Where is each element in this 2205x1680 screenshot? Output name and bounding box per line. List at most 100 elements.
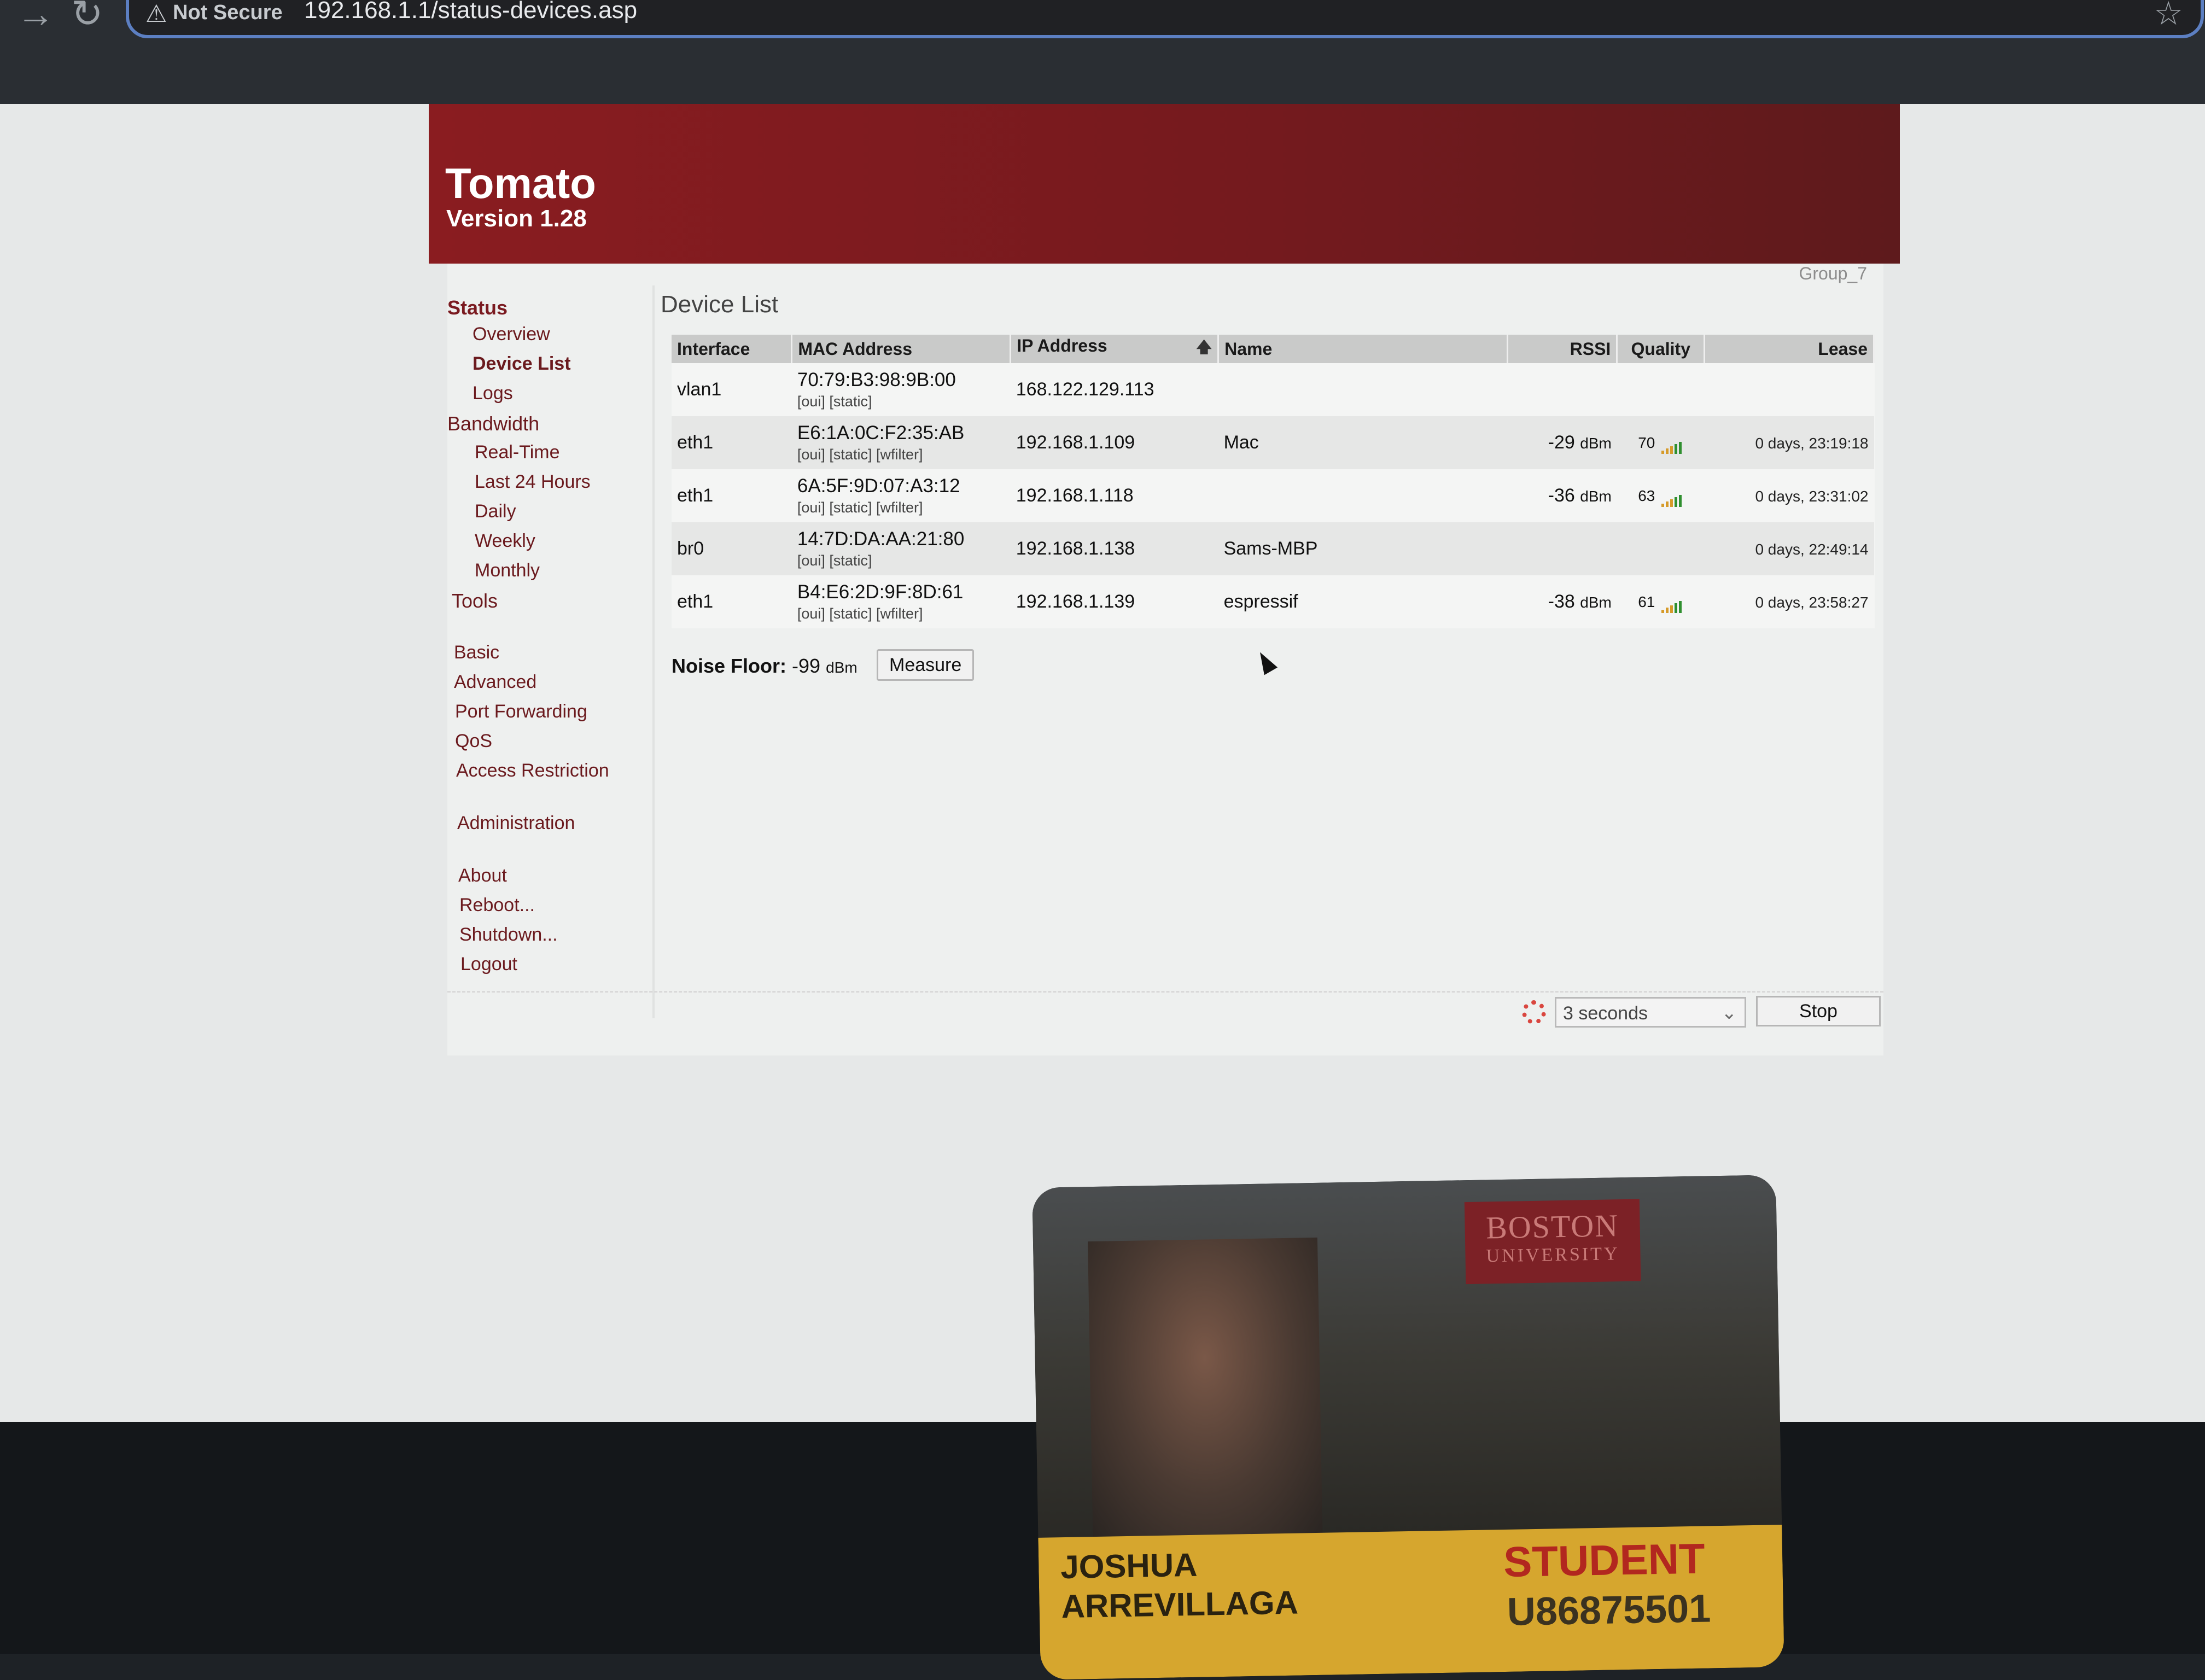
- cell-rssi: -36 dBm: [1508, 469, 1617, 522]
- cell-lease: [1705, 363, 1874, 416]
- quality-value: 63: [1638, 487, 1655, 505]
- mac-address-text[interactable]: E6:1A:0C:F2:35:AB: [797, 422, 1005, 444]
- sidebar-item-device-list[interactable]: Device List: [472, 353, 571, 375]
- table-header-row: Interface MAC Address IP Address 🡅 Name R…: [672, 335, 1875, 363]
- sidebar-item-logout[interactable]: Logout: [460, 954, 517, 975]
- sidebar-item-monthly[interactable]: Monthly: [475, 560, 540, 581]
- mac-address-text[interactable]: 14:7D:DA:AA:21:80: [797, 528, 1005, 550]
- sidebar-item-daily[interactable]: Daily: [475, 501, 516, 522]
- column-header-quality[interactable]: Quality: [1617, 335, 1706, 363]
- sidebar-item-last-24-hours[interactable]: Last 24 Hours: [475, 471, 591, 493]
- cell-mac: E6:1A:0C:F2:35:AB [oui] [static] [wfilter…: [791, 416, 1011, 469]
- cell-ip: 192.168.1.138: [1010, 522, 1218, 575]
- sidebar-item-shutdown[interactable]: Shutdown...: [459, 924, 558, 946]
- stop-button[interactable]: Stop: [1756, 996, 1881, 1026]
- mac-tags-text[interactable]: [oui] [static] [wfilter]: [797, 499, 1005, 516]
- column-header-mac[interactable]: MAC Address: [791, 335, 1012, 363]
- sort-ascending-icon[interactable]: 🡅: [1196, 336, 1212, 362]
- signal-bars-icon: [1661, 486, 1683, 507]
- cell-name: espressif: [1218, 575, 1508, 628]
- cell-lease: 0 days, 22:49:14: [1704, 522, 1874, 575]
- mac-address-text[interactable]: 6A:5F:9D:07:A3:12: [797, 475, 1005, 497]
- cell-interface: eth1: [672, 575, 792, 628]
- cell-ip: 168.122.129.113: [1011, 363, 1218, 416]
- column-header-name[interactable]: Name: [1218, 335, 1509, 363]
- ip-address-text[interactable]: 192.168.1.118: [1016, 485, 1134, 506]
- card-info-band: JOSHUA ARREVILLAGA STUDENT U86875501: [1038, 1525, 1784, 1680]
- cell-rssi: [1508, 363, 1617, 416]
- cell-rssi: -38 dBm: [1508, 575, 1617, 628]
- interface-text: eth1: [677, 485, 714, 506]
- security-label[interactable]: Not Secure: [173, 1, 283, 25]
- cell-quality: 61: [1617, 575, 1705, 628]
- sidebar-item-reboot[interactable]: Reboot...: [459, 895, 535, 916]
- cell-ip: 192.168.1.118: [1011, 469, 1218, 522]
- sidebar-item-overview[interactable]: Overview: [472, 324, 550, 345]
- device-name-text: Sams-MBP: [1223, 538, 1318, 559]
- lease-text: 0 days, 22:49:14: [1755, 541, 1869, 558]
- device-name-text: espressif: [1223, 591, 1298, 612]
- logo-line-2: UNIVERSITY: [1486, 1244, 1620, 1267]
- card-last-name: ARREVILLAGA: [1061, 1584, 1299, 1625]
- signal-bars-icon: [1661, 433, 1683, 454]
- cell-ip: 192.168.1.109: [1010, 416, 1218, 469]
- cell-interface: br0: [672, 522, 792, 575]
- card-portrait-photo: [1087, 1237, 1323, 1537]
- column-header-ip[interactable]: IP Address 🡅: [1010, 335, 1220, 363]
- column-header-interface[interactable]: Interface: [672, 335, 793, 363]
- sidebar-item-basic[interactable]: Basic: [454, 642, 499, 663]
- sidebar-item-port-forwarding[interactable]: Port Forwarding: [455, 701, 587, 722]
- cell-name: Mac: [1218, 416, 1508, 469]
- content-area: Group_7 Status Overview Device List Logs…: [447, 264, 1883, 1055]
- mac-tags-text[interactable]: [oui] [static] [wfilter]: [797, 446, 1005, 463]
- cell-mac: 14:7D:DA:AA:21:80 [oui] [static]: [791, 522, 1011, 575]
- ip-address-text[interactable]: 168.122.129.113: [1016, 379, 1154, 400]
- lease-text: 0 days, 23:19:18: [1755, 435, 1869, 452]
- measure-button[interactable]: Measure: [877, 649, 975, 681]
- sidebar-item-qos[interactable]: QoS: [455, 731, 492, 752]
- router-name: Group_7: [1799, 264, 1867, 283]
- column-header-lease[interactable]: Lease: [1704, 335, 1875, 363]
- sidebar-item-administration[interactable]: Administration: [457, 813, 575, 834]
- sidebar-section-bandwidth[interactable]: Bandwidth: [447, 412, 539, 435]
- sidebar-section-status[interactable]: Status: [447, 296, 508, 319]
- page-header: Tomato Version 1.28: [429, 104, 1900, 264]
- ip-address-text[interactable]: 192.168.1.139: [1016, 591, 1135, 612]
- cell-name: [1218, 469, 1508, 522]
- rssi-unit: dBm: [1580, 488, 1612, 505]
- rssi-unit: dBm: [1580, 594, 1612, 611]
- sidebar-item-real-time[interactable]: Real-Time: [475, 442, 560, 463]
- sidebar-item-about[interactable]: About: [458, 865, 507, 886]
- column-header-rssi[interactable]: RSSI: [1507, 335, 1618, 363]
- refresh-interval-value: 3 seconds: [1563, 1003, 1648, 1024]
- interface-text: eth1: [677, 432, 714, 453]
- column-header-ip-label: IP Address: [1017, 336, 1107, 355]
- app-version: Version 1.28: [446, 205, 587, 232]
- mac-address-text[interactable]: B4:E6:2D:9F:8D:61: [797, 581, 1005, 603]
- cell-quality: 63: [1617, 469, 1705, 522]
- forward-icon[interactable]: →: [16, 0, 55, 33]
- mac-tags-text[interactable]: [oui] [static] [wfilter]: [797, 605, 1005, 622]
- sidebar-item-weekly[interactable]: Weekly: [475, 530, 535, 552]
- device-name-text: Mac: [1223, 432, 1259, 453]
- address-bar[interactable]: ⚠ Not Secure 192.168.1.1/status-devices.…: [126, 0, 2204, 38]
- sidebar-item-logs[interactable]: Logs: [472, 383, 513, 404]
- cell-interface: vlan1: [672, 363, 792, 416]
- reload-icon[interactable]: ↻: [71, 0, 103, 33]
- mac-address-text[interactable]: 70:79:B3:98:9B:00: [797, 369, 1005, 391]
- sidebar-item-advanced[interactable]: Advanced: [454, 672, 536, 693]
- mac-tags-text[interactable]: [oui] [static]: [797, 393, 1005, 410]
- cell-mac: 6A:5F:9D:07:A3:12 [oui] [static] [wfilter…: [792, 469, 1011, 522]
- refresh-interval-select[interactable]: 3 seconds ⌄: [1555, 997, 1746, 1028]
- url-text[interactable]: 192.168.1.1/status-devices.asp: [304, 0, 637, 24]
- interface-text: br0: [677, 538, 704, 559]
- table-row: eth1 6A:5F:9D:07:A3:12 [oui] [static] [wfi…: [672, 469, 1874, 522]
- quality-value: 61: [1638, 593, 1655, 611]
- mac-tags-text[interactable]: [oui] [static]: [797, 552, 1005, 569]
- ip-address-text[interactable]: 192.168.1.109: [1016, 432, 1135, 453]
- rssi-value: -36: [1548, 485, 1575, 506]
- bookmark-star-icon[interactable]: ☆: [2154, 0, 2183, 33]
- ip-address-text[interactable]: 192.168.1.138: [1016, 538, 1135, 559]
- sidebar-item-access-restriction[interactable]: Access Restriction: [456, 760, 609, 781]
- sidebar-section-tools[interactable]: Tools: [452, 590, 498, 612]
